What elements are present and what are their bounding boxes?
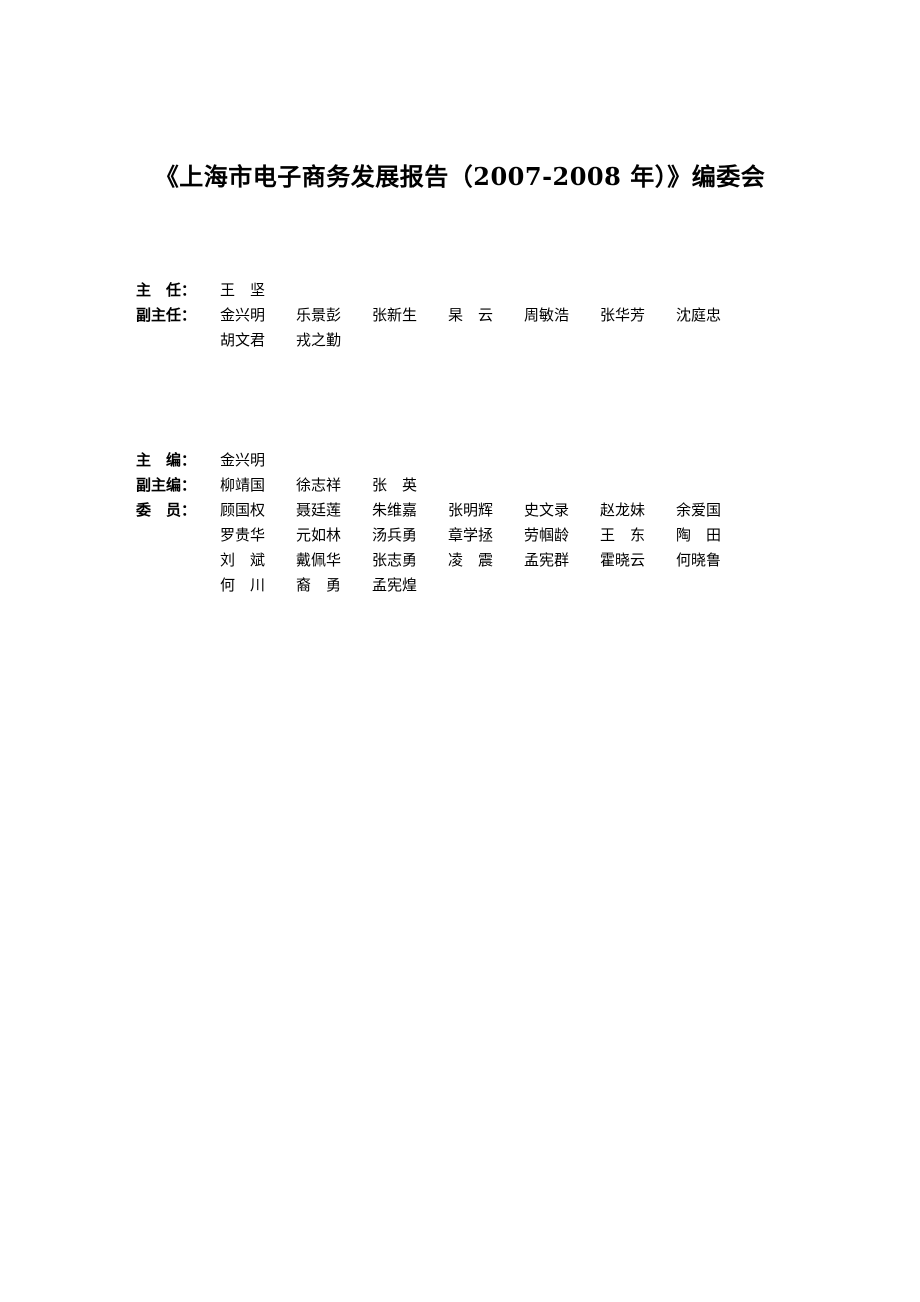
roster-name: 金兴明 <box>220 306 266 324</box>
roster-name: 汤兵勇 <box>372 526 418 544</box>
roster-name: 何晓鲁 <box>676 551 722 569</box>
roster-name-list: 何 川 裔 勇 孟宪煌 <box>220 573 836 598</box>
roster-name: 劳帼龄 <box>524 526 570 544</box>
roster-name: 孟宪煌 <box>372 576 418 594</box>
roster-name-list: 胡文君 戎之勤 <box>220 328 836 353</box>
roster-row: 主 任： 王 坚 <box>136 278 836 303</box>
roster-row-label: 委 员： <box>136 501 197 519</box>
roster-name: 刘 斌 <box>220 551 266 569</box>
roster-name: 何 川 <box>220 576 266 594</box>
roster-row: 何 川 裔 勇 孟宪煌 <box>136 573 836 598</box>
roster-name: 戎之勤 <box>296 331 342 349</box>
roster-name: 章学拯 <box>448 526 494 544</box>
roster-name: 孟宪群 <box>524 551 570 569</box>
roster-row-label: 主 任： <box>136 281 197 299</box>
roster-row: 胡文君 戎之勤 <box>136 328 836 353</box>
page-title: 《上海市电子商务发展报告（2007-2008 年）》编委会 <box>154 162 766 191</box>
roster-name-list: 金兴明 <box>220 448 836 473</box>
roster-row: 刘 斌 戴佩华 张志勇 凌 震 孟宪群 霍晓云 何晓鲁 <box>136 548 836 573</box>
editorial-roster-block: 主 编： 金兴明副主编： 柳靖国 徐志祥 张 英委 员： 顾国权 聂廷莲 朱维嘉 张明辉 史文录 赵… <box>136 448 836 598</box>
roster-name: 凌 震 <box>448 551 494 569</box>
roster-name: 赵龙妹 <box>600 501 646 519</box>
roster-name: 张新生 <box>372 306 418 324</box>
roster-name: 张志勇 <box>372 551 418 569</box>
roster-row-label: 主 编： <box>136 451 197 469</box>
roster-name: 徐志祥 <box>296 476 342 494</box>
roster-name: 沈庭忠 <box>676 306 722 324</box>
roster-name: 张明辉 <box>448 501 494 519</box>
roster-name: 柳靖国 <box>220 476 266 494</box>
roster-name-list: 柳靖国 徐志祥 张 英 <box>220 473 836 498</box>
roster-row: 主 编： 金兴明 <box>136 448 836 473</box>
roster-row-label: 副主任： <box>136 306 197 324</box>
roster-name: 张华芳 <box>600 306 646 324</box>
document-page: 《上海市电子商务发展报告（2007-2008 年）》编委会 主 任： 王 坚副主任… <box>0 0 920 1302</box>
roster-name: 王 东 <box>600 526 646 544</box>
roster-row: 罗贵华 元如林 汤兵勇 章学拯 劳帼龄 王 东 陶 田 <box>136 523 836 548</box>
roster-name: 戴佩华 <box>296 551 342 569</box>
roster-name: 张 英 <box>372 476 418 494</box>
roster-row-label: 副主编： <box>136 476 197 494</box>
roster-name: 陶 田 <box>676 526 722 544</box>
roster-name: 罗贵华 <box>220 526 266 544</box>
roster-name: 周敏浩 <box>524 306 570 324</box>
roster-name: 杲 云 <box>448 306 494 324</box>
roster-row: 委 员： 顾国权 聂廷莲 朱维嘉 张明辉 史文录 赵龙妹 余爱国 <box>136 498 836 523</box>
roster-name: 霍晓云 <box>600 551 646 569</box>
roster-name-list: 王 坚 <box>220 278 836 303</box>
roster-name-list: 顾国权 聂廷莲 朱维嘉 张明辉 史文录 赵龙妹 余爱国 <box>220 498 836 523</box>
roster-name: 余爱国 <box>676 501 722 519</box>
roster-name: 聂廷莲 <box>296 501 342 519</box>
roster-name-list: 金兴明 乐景彭 张新生 杲 云 周敏浩 张华芳 沈庭忠 <box>220 303 836 328</box>
roster-name-list: 罗贵华 元如林 汤兵勇 章学拯 劳帼龄 王 东 陶 田 <box>220 523 836 548</box>
roster-name: 金兴明 <box>220 451 266 469</box>
roster-name: 胡文君 <box>220 331 266 349</box>
roster-name: 顾国权 <box>220 501 266 519</box>
roster-row: 副主任： 金兴明 乐景彭 张新生 杲 云 周敏浩 张华芳 沈庭忠 <box>136 303 836 328</box>
roster-name: 史文录 <box>524 501 570 519</box>
roster-name: 王 坚 <box>220 281 266 299</box>
roster-name: 乐景彭 <box>296 306 342 324</box>
roster-name: 裔 勇 <box>296 576 342 594</box>
roster-name: 朱维嘉 <box>372 501 418 519</box>
leadership-roster-block: 主 任： 王 坚副主任： 金兴明 乐景彭 张新生 杲 云 周敏浩 张华芳 沈庭忠胡文君 戎之勤 <box>136 278 836 353</box>
roster-name-list: 刘 斌 戴佩华 张志勇 凌 震 孟宪群 霍晓云 何晓鲁 <box>220 548 836 573</box>
roster-name: 元如林 <box>296 526 342 544</box>
roster-row: 副主编： 柳靖国 徐志祥 张 英 <box>136 473 836 498</box>
